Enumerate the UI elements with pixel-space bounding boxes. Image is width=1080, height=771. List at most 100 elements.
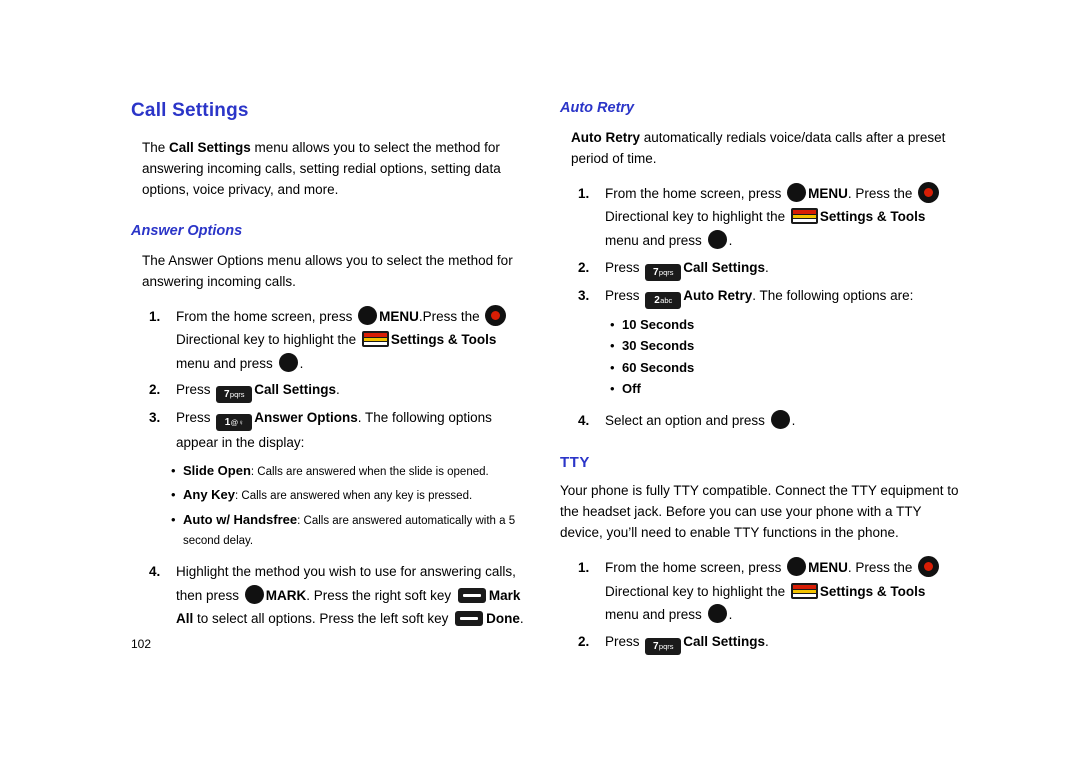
step-text-4: menu and press	[176, 355, 277, 371]
settings-tools-icon	[790, 208, 818, 225]
auto-retry-bullets: 10 Seconds 30 Seconds 60 Seconds Off	[560, 315, 960, 399]
list-item: 10 Seconds	[560, 315, 960, 335]
step-item: 1. From the home screen, press MENU. Pres…	[560, 181, 960, 253]
mark-label: MARK	[265, 587, 307, 603]
list-item: Auto w/ Handsfree: Calls are answered au…	[131, 510, 531, 551]
settings-tools-label: Settings & Tools	[390, 332, 497, 348]
ok-key-icon	[707, 230, 727, 250]
ok-key-icon	[278, 352, 298, 372]
intro-text-pre: The	[142, 140, 170, 155]
step-number: 2.	[578, 633, 590, 649]
tty-heading: TTY	[560, 454, 590, 472]
settings-tools-label: Settings & Tools	[819, 583, 926, 599]
auto-retry-heading: Auto Retry	[560, 100, 635, 116]
step-item: 2. Press 7pqrs Call Settings.	[131, 378, 531, 404]
step-text-1: From the home screen, press	[605, 185, 786, 201]
step-number: 2.	[578, 259, 590, 275]
step-text-4: .	[519, 611, 524, 627]
step-text-3: to select all options. Press the left so…	[193, 611, 453, 627]
list-item: 60 Seconds	[560, 358, 960, 378]
auto-retry-intro: Auto Retry automatically redials voice/d…	[571, 128, 960, 170]
answer-options-intro: The Answer Options menu allows you to se…	[142, 252, 513, 289]
call-settings-intro: The Call Settings menu allows you to sel…	[142, 138, 531, 201]
numeric-key-1-icon: 1@♀	[216, 414, 253, 432]
answer-options-heading: Answer Options	[131, 222, 243, 239]
step-text-1: Press	[176, 382, 215, 398]
call-settings-label: Call Settings	[683, 633, 766, 649]
bullet-bold: Any Key	[183, 487, 236, 503]
step-text-3: Directional key to highlight the	[605, 209, 789, 225]
ok-key-icon	[358, 305, 378, 325]
step-text-5: .	[728, 233, 733, 249]
step-text-1: Press	[605, 633, 644, 649]
step-text-2: .	[765, 259, 769, 275]
bullet-label: 60 Seconds	[622, 359, 695, 375]
step-text-2: . Press the	[847, 185, 917, 201]
numeric-key-7-icon: 7pqrs	[645, 263, 682, 281]
bullet-label: 30 Seconds	[622, 338, 695, 354]
intro-text-bold: Call Settings	[169, 140, 251, 155]
ok-key-icon	[787, 557, 807, 577]
step-number: 1.	[578, 185, 590, 201]
step-text-1: From the home screen, press	[176, 308, 357, 324]
step-number: 3.	[578, 287, 590, 303]
step-number: 1.	[578, 560, 590, 576]
list-item: Off	[560, 379, 960, 399]
step-text-3: Directional key to highlight the	[605, 583, 789, 599]
step-item: 4. Select an option and press .	[560, 409, 960, 433]
ok-key-icon	[787, 182, 807, 202]
bullet-rest: : Calls are answered when the slide is o…	[250, 466, 489, 479]
step-text-3: Directional key to highlight the	[176, 332, 360, 348]
ok-key-icon	[770, 409, 790, 429]
numeric-key-7-icon: 7pqrs	[645, 637, 682, 655]
ok-key-icon	[244, 584, 264, 604]
step-text-5: .	[299, 355, 304, 371]
menu-label: MENU	[808, 185, 848, 201]
menu-label: MENU	[808, 560, 848, 576]
step-number: 1.	[149, 308, 161, 324]
red-ok-key-icon	[918, 556, 940, 578]
list-item: 30 Seconds	[560, 336, 960, 356]
page-number: 102	[131, 637, 152, 651]
red-ok-key-icon	[485, 304, 507, 326]
step-item: 4. Highlight the method you wish to use f…	[131, 560, 531, 631]
step-text-1: Select an option and press	[605, 412, 769, 428]
call-settings-label: Call Settings	[254, 382, 337, 398]
bullet-bold: Slide Open	[183, 463, 251, 479]
step-item: 2. Press 7pqrs Call Settings.	[560, 256, 960, 281]
tty-steps: 1. From the home screen, press MENU. Pres…	[560, 556, 960, 655]
auto-retry-label: Auto Retry	[683, 287, 753, 303]
answer-options-step4: 4. Highlight the method you wish to use f…	[131, 560, 531, 631]
step-text-2: . The following options are:	[752, 287, 914, 303]
auto-retry-step4: 4. Select an option and press .	[560, 409, 960, 433]
step-number: 3.	[149, 410, 161, 426]
bullet-label: Off	[622, 381, 641, 397]
ok-key-icon	[707, 604, 727, 624]
bullet-bold: Auto w/ Handsfree	[183, 511, 298, 527]
settings-tools-icon	[361, 331, 389, 348]
numeric-key-7-icon: 7pqrs	[216, 386, 253, 404]
step-text-2: .	[765, 633, 769, 649]
auto-retry-steps: 1. From the home screen, press MENU. Pres…	[560, 181, 960, 309]
step-text-1: Press	[605, 259, 644, 275]
bullet-label: 10 Seconds	[622, 316, 695, 332]
tty-intro: Your phone is fully TTY compatible. Conn…	[560, 483, 959, 541]
step-text-2: . Press the	[847, 560, 917, 576]
step-text-1: Press	[605, 287, 644, 303]
step-number: 2.	[149, 382, 161, 398]
soft-key-icon	[455, 611, 484, 627]
right-column: Auto Retry Auto Retry automatically redi…	[560, 100, 960, 658]
settings-tools-label: Settings & Tools	[819, 209, 926, 225]
manual-page: Call Settings The Call Settings menu all…	[0, 0, 1080, 771]
bullet-rest: : Calls are answered when any key is pre…	[235, 490, 473, 503]
step-item: 3. Press 1@♀ Answer Options. The following…	[131, 406, 531, 455]
list-item: Any Key: Calls are answered when any key…	[131, 485, 531, 505]
answer-options-steps: 1. From the home screen, press MENU.Press…	[131, 304, 531, 456]
step-text-2: .	[336, 382, 340, 398]
intro-bold: Auto Retry	[571, 130, 641, 145]
page-title: Call Settings	[131, 100, 249, 121]
answer-options-bullets: Slide Open: Calls are answered when the …	[131, 461, 531, 550]
step-text-4: menu and press	[605, 607, 706, 623]
step-item: 3. Press 2abc Auto Retry. The following op…	[560, 284, 960, 309]
answer-options-label: Answer Options	[254, 410, 358, 426]
